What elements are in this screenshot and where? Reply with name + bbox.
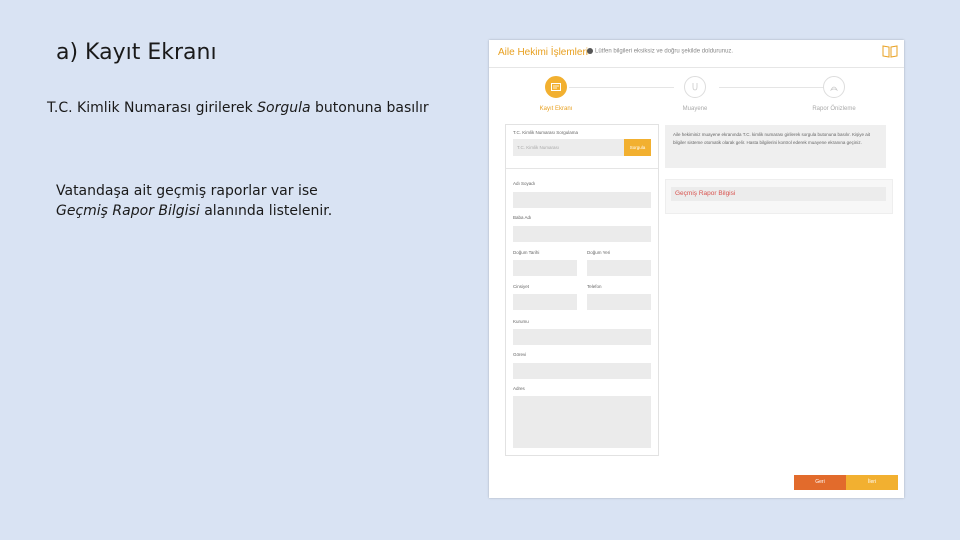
instruction-1-emphasis: Sorgula <box>257 100 311 116</box>
instruction-2-emphasis: Geçmiş Rapor Bilgisi <box>56 203 200 219</box>
ad-soyadi-field[interactable] <box>513 192 651 208</box>
dogum-yeri-label: Doğum Yeri <box>587 250 611 255</box>
instruction-1: T.C. Kimlik Numarası girilerek Sorgula b… <box>47 98 429 118</box>
gorevi-label: Görevi <box>513 352 527 357</box>
telefon-field[interactable] <box>587 294 651 310</box>
tc-label: T.C. Kimlik Numarası Sorgulama <box>513 130 579 135</box>
info-hint: Aile hekiminiz muayene ekranında T.C. ki… <box>665 125 886 168</box>
cinsiyet-field[interactable] <box>513 294 577 310</box>
instruction-2-text-end: alanında listelenir. <box>199 203 333 219</box>
prev-button[interactable]: Geri <box>794 475 846 490</box>
ad-soyadi-label: Adı Soyadı <box>513 181 536 186</box>
registration-form: T.C. Kimlik Numarası Sorgulama T.C. Kiml… <box>505 124 659 456</box>
tc-input[interactable]: T.C. Kimlik Numarası <box>513 139 625 156</box>
dogum-tarihi-field[interactable] <box>513 260 577 276</box>
baba-adi-label: Baba Adı <box>513 215 532 220</box>
step-muayene[interactable]: Muayene <box>655 76 735 112</box>
kurumu-label: Kurumu <box>513 319 529 324</box>
instruction-1-text: T.C. Kimlik Numarası girilerek <box>47 100 258 116</box>
dogum-tarihi-label: Doğum Tarihi <box>513 250 540 255</box>
id-card-icon <box>545 76 567 98</box>
info-icon <box>587 48 593 54</box>
next-button[interactable]: İleri <box>846 475 898 490</box>
instruction-2: Vatandaşa ait geçmiş raporlar var ise Geç… <box>56 181 332 221</box>
pdf-icon <box>823 76 845 98</box>
dogum-yeri-field[interactable] <box>587 260 651 276</box>
gorevi-field[interactable] <box>513 363 651 379</box>
adres-field[interactable] <box>513 396 651 448</box>
adres-label: Adres <box>513 386 525 391</box>
step-rapor-onizleme[interactable]: Rapor Önizleme <box>794 76 874 112</box>
cinsiyet-label: Cinsiyet <box>513 284 530 289</box>
history-title: Geçmiş Rapor Bilgisi <box>671 187 886 201</box>
header-info-text: Lütfen bilgileri eksiksiz ve doğru şekil… <box>595 48 734 55</box>
header-info: Lütfen bilgileri eksiksiz ve doğru şekil… <box>587 48 733 55</box>
app-title: Aile Hekimi İşlemleri <box>498 47 589 58</box>
telefon-label: Telefon <box>587 284 602 289</box>
form-divider <box>506 168 658 169</box>
instruction-1-text-end: butonuna basılır <box>310 100 429 116</box>
instruction-2-line-1: Vatandaşa ait geçmiş raporlar var ise <box>56 183 318 199</box>
step-label: Muayene <box>682 106 708 112</box>
app-header: Aile Hekimi İşlemleri Lütfen bilgileri e… <box>489 40 904 68</box>
baba-adi-field[interactable] <box>513 226 651 242</box>
slide-title: a) Kayıt Ekranı <box>56 40 217 65</box>
step-label: Rapor Önizleme <box>812 106 856 112</box>
book-icon[interactable] <box>882 44 898 58</box>
step-kayit-ekrani[interactable]: Kayıt Ekranı <box>516 76 596 112</box>
step-label: Kayıt Ekranı <box>539 106 573 112</box>
kurumu-field[interactable] <box>513 329 651 345</box>
app-screenshot: Aile Hekimi İşlemleri Lütfen bilgileri e… <box>489 40 904 498</box>
sorgula-button[interactable]: Sorgula <box>624 139 651 156</box>
history-panel: Geçmiş Rapor Bilgisi <box>665 179 893 214</box>
stethoscope-icon <box>684 76 706 98</box>
